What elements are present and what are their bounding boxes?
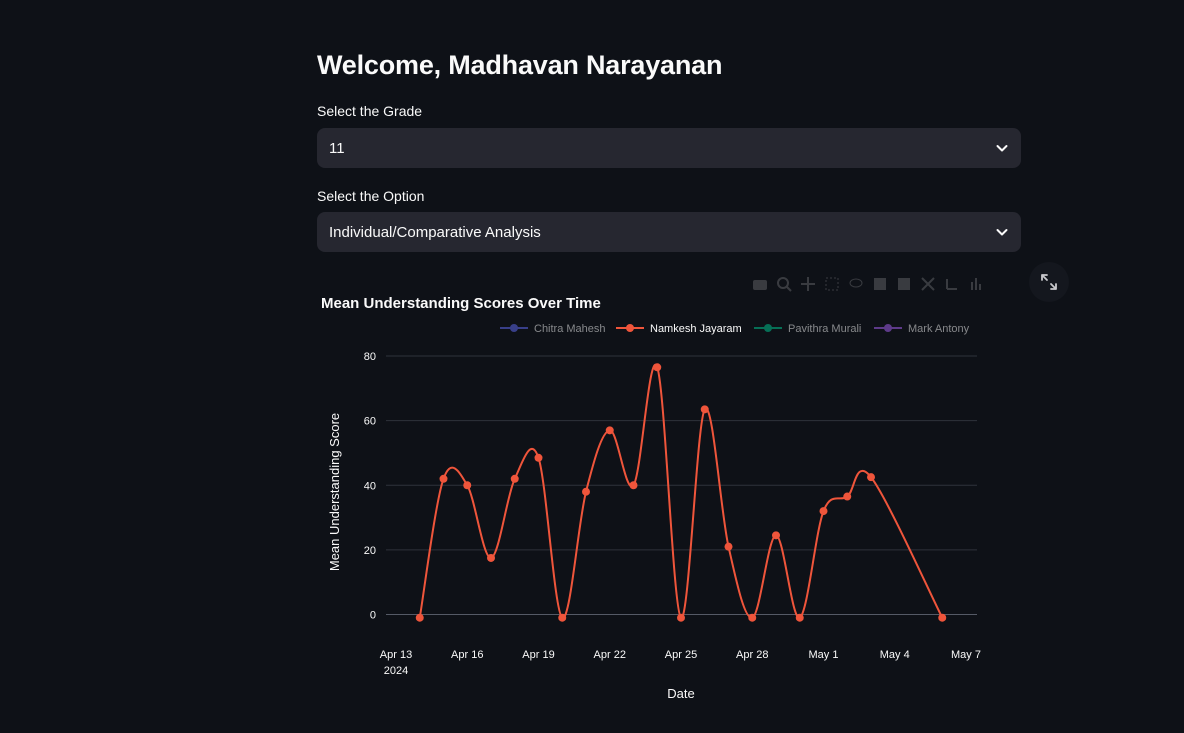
data-point[interactable] xyxy=(772,531,780,540)
y-tick-label: 80 xyxy=(364,351,376,363)
x-tick-label: Apr 13 xyxy=(380,649,412,661)
data-point[interactable] xyxy=(724,542,733,551)
legend-item[interactable]: Chitra Mahesh xyxy=(500,323,606,335)
legend-marker xyxy=(764,324,772,332)
x-tick-label: Apr 25 xyxy=(665,649,697,661)
data-point[interactable] xyxy=(605,426,614,435)
chart-legend[interactable]: Chitra Mahesh Namkesh Jayaram Pavithra Mur… xyxy=(500,323,970,335)
x-axis: Apr 13 2024 Apr 16 Apr 19 Apr 22 Apr 25 Apr 28… xyxy=(380,649,981,677)
legend-marker xyxy=(626,324,634,332)
x-tick-label: Apr 22 xyxy=(594,649,626,661)
data-point[interactable] xyxy=(582,487,590,496)
legend-label: Mark Antony xyxy=(908,323,970,335)
x-tick-sublabel: 2024 xyxy=(384,665,408,677)
legend-label: Namkesh Jayaram xyxy=(650,323,742,335)
x-axis-label: Date xyxy=(667,686,694,701)
data-point[interactable] xyxy=(558,613,567,622)
legend-marker xyxy=(510,324,518,332)
x-tick-label: May 4 xyxy=(880,649,910,661)
data-point[interactable] xyxy=(938,613,947,622)
y-axis: 0 20 40 60 80 xyxy=(364,351,376,622)
data-point[interactable] xyxy=(867,473,875,482)
x-tick-label: Apr 19 xyxy=(522,649,554,661)
chart-title: Mean Understanding Scores Over Time xyxy=(321,295,601,312)
x-tick-label: May 1 xyxy=(809,649,839,661)
x-tick-label: Apr 16 xyxy=(451,649,483,661)
y-tick-label: 60 xyxy=(364,416,376,428)
legend-item[interactable]: Pavithra Murali xyxy=(754,323,861,335)
data-point[interactable] xyxy=(748,613,757,622)
data-point[interactable] xyxy=(629,481,638,490)
x-tick-label: Apr 28 xyxy=(736,649,768,661)
line-chart: Mean Understanding Scores Over Time 0 20 4… xyxy=(321,295,981,701)
data-point[interactable] xyxy=(534,453,543,462)
data-point[interactable] xyxy=(510,474,519,483)
data-point[interactable] xyxy=(795,613,804,622)
legend-marker xyxy=(884,324,892,332)
y-axis-label: Mean Understanding Score xyxy=(327,413,342,571)
legend-item[interactable]: Mark Antony xyxy=(874,323,970,335)
x-tick-label: May 7 xyxy=(951,649,981,661)
data-point[interactable] xyxy=(843,492,852,501)
series-line xyxy=(418,363,944,619)
data-point[interactable] xyxy=(819,507,828,516)
chart-grid xyxy=(386,355,977,615)
y-tick-label: 40 xyxy=(364,480,376,492)
data-point[interactable] xyxy=(487,553,495,562)
data-point[interactable] xyxy=(415,613,424,622)
y-tick-label: 20 xyxy=(364,545,376,557)
data-point[interactable] xyxy=(653,363,662,372)
data-point[interactable] xyxy=(700,405,709,414)
legend-label: Pavithra Murali xyxy=(788,323,861,335)
y-tick-label: 0 xyxy=(370,610,376,622)
chart-series xyxy=(415,363,947,622)
data-point[interactable] xyxy=(463,481,472,490)
data-point[interactable] xyxy=(439,474,448,483)
legend-label: Chitra Mahesh xyxy=(534,323,606,335)
legend-item[interactable]: Namkesh Jayaram xyxy=(616,323,742,335)
data-point[interactable] xyxy=(677,613,685,622)
